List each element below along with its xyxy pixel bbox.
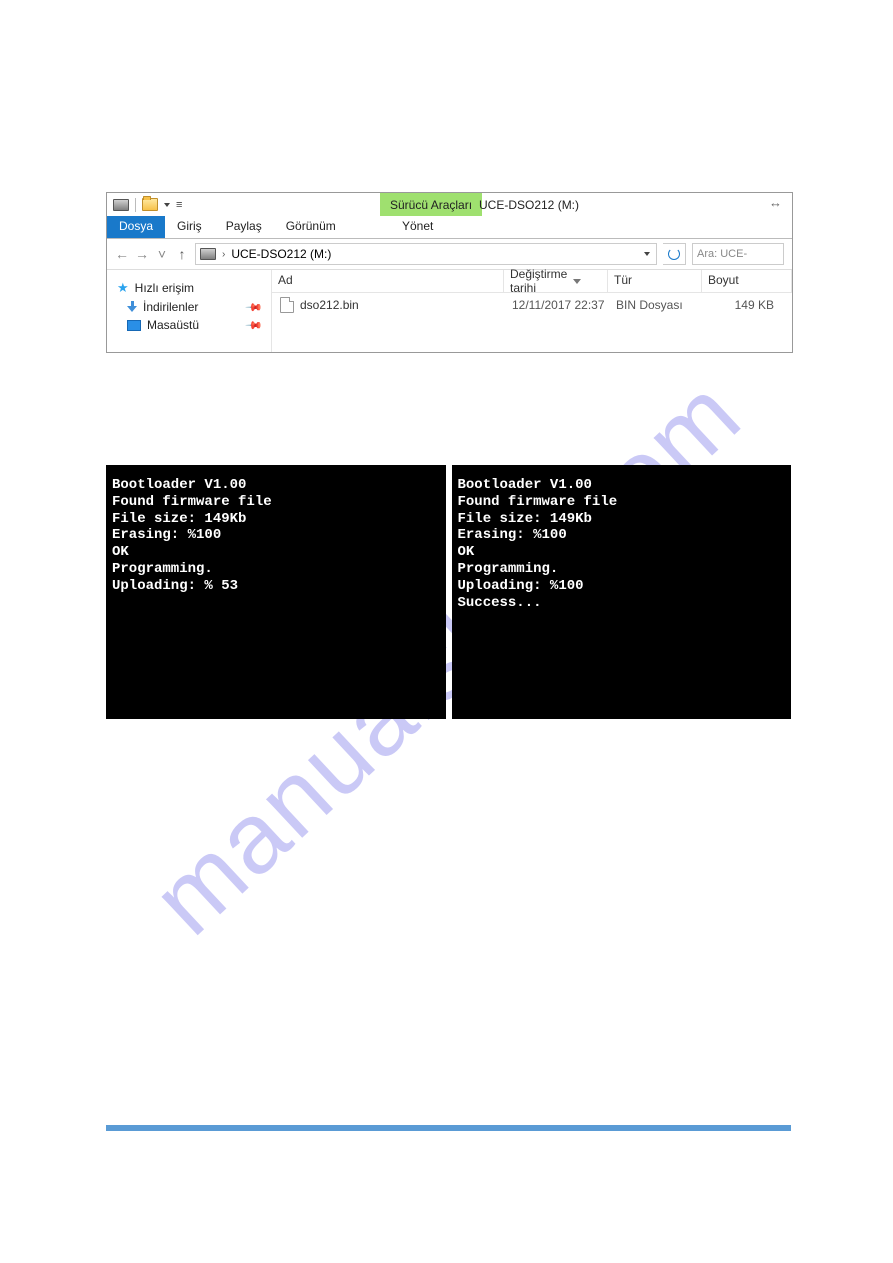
column-date[interactable]: Değiştirme tarihi [504, 270, 608, 292]
column-headers: Ad Değiştirme tarihi Tür Boyut [272, 270, 792, 293]
desktop-icon [127, 320, 141, 331]
expand-ribbon-icon[interactable]: ↔ [769, 195, 782, 210]
folder-icon [142, 198, 158, 211]
overflow-icon[interactable]: ≡ [176, 199, 182, 211]
cell-size: 149 KB [710, 298, 792, 312]
nav-downloads[interactable]: İndirilenler 📌 [113, 298, 265, 316]
nav-desktop-label: Masaüstü [147, 318, 199, 332]
refresh-button[interactable] [663, 243, 686, 265]
download-icon [127, 301, 137, 313]
chevron-down-icon[interactable] [644, 252, 650, 256]
cell-type: BIN Dosyası [616, 298, 710, 312]
nav-quick-access-label: Hızlı erişim [135, 281, 194, 295]
console-panels: Bootloader V1.00 Found firmware file Fil… [106, 465, 791, 719]
cell-filename: dso212.bin [272, 297, 512, 313]
chevron-right-icon: › [222, 249, 225, 260]
refresh-icon [668, 248, 680, 260]
search-input[interactable]: Ara: UCE- [692, 243, 784, 265]
drive-icon [200, 248, 216, 260]
titlebar: ≡ Sürücü Araçları UCE-DSO212 (M:) ↔ [107, 193, 792, 216]
nav-back-button[interactable]: ← [115, 247, 129, 261]
file-list-pane: Ad Değiştirme tarihi Tür Boyut dso212.bi… [272, 270, 792, 352]
navigation-pane: ★ Hızlı erişim İndirilenler 📌 Masaüstü [107, 270, 272, 352]
star-icon: ★ [117, 280, 129, 296]
column-size[interactable]: Boyut [702, 270, 792, 292]
separator [135, 198, 136, 212]
cell-date: 12/11/2017 22:37 [512, 298, 616, 312]
tab-view[interactable]: Görünüm [274, 216, 348, 238]
file-explorer-window: ≡ Sürücü Araçları UCE-DSO212 (M:) ↔ Dosy… [106, 192, 793, 353]
bootloader-console-left: Bootloader V1.00 Found firmware file Fil… [106, 465, 446, 719]
tab-share[interactable]: Paylaş [214, 216, 274, 238]
sort-indicator-icon [573, 279, 581, 284]
address-bar-row: ← → ˅ ↑ › UCE-DSO212 (M:) Ara: UCE- [107, 239, 792, 270]
window-title: UCE-DSO212 (M:) [479, 193, 579, 216]
filename-text: dso212.bin [300, 298, 359, 312]
tab-file[interactable]: Dosya [107, 216, 165, 238]
nav-up-button[interactable]: ↑ [175, 247, 189, 261]
tab-manage[interactable]: Yönet [380, 216, 455, 236]
bootloader-console-right: Bootloader V1.00 Found firmware file Fil… [452, 465, 792, 719]
quick-access-toolbar: ≡ [107, 198, 182, 212]
nav-downloads-label: İndirilenler [143, 300, 198, 314]
file-icon [280, 297, 294, 313]
contextual-tab-drive-tools[interactable]: Sürücü Araçları [380, 193, 482, 216]
pin-icon: 📌 [245, 298, 264, 317]
address-path-text: UCE-DSO212 (M:) [231, 247, 331, 261]
nav-forward-button[interactable]: → [135, 247, 149, 261]
ribbon-tabs: Dosya Giriş Paylaş Görünüm Yönet [107, 216, 792, 239]
nav-desktop[interactable]: Masaüstü 📌 [113, 316, 265, 334]
column-type[interactable]: Tür [608, 270, 702, 292]
nav-quick-access[interactable]: ★ Hızlı erişim [113, 278, 265, 298]
pin-icon: 📌 [245, 316, 264, 335]
nav-recent-dropdown[interactable]: ˅ [155, 247, 169, 261]
address-bar[interactable]: › UCE-DSO212 (M:) [195, 243, 657, 265]
tab-home[interactable]: Giriş [165, 216, 214, 238]
column-name[interactable]: Ad [272, 270, 504, 292]
table-row[interactable]: dso212.bin 12/11/2017 22:37 BIN Dosyası … [272, 293, 792, 317]
drive-icon [113, 199, 129, 211]
explorer-body: ★ Hızlı erişim İndirilenler 📌 Masaüstü [107, 270, 792, 352]
chevron-down-icon[interactable] [164, 203, 170, 207]
footer-accent-bar [106, 1125, 791, 1131]
